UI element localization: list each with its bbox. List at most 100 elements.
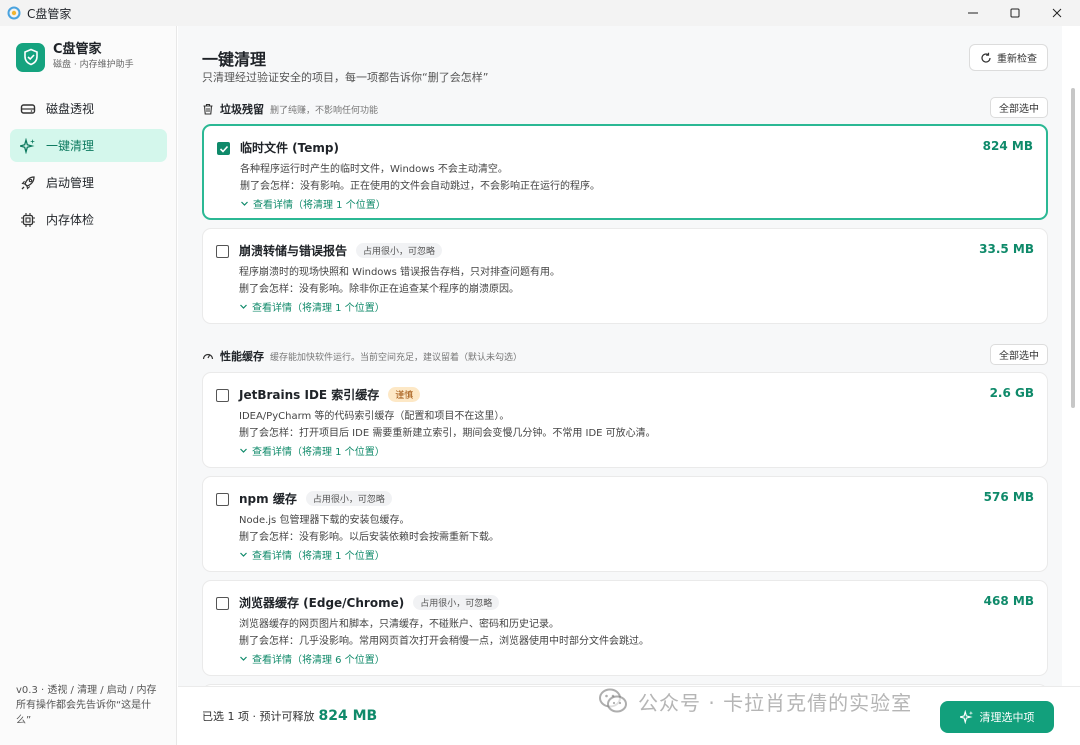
select-all-button[interactable]: 全部选中 xyxy=(990,97,1048,118)
item-effect: 删了会怎样：没有影响。以后安装依赖时会按需重新下载。 xyxy=(239,532,499,543)
clean-item-card[interactable]: 临时文件 (Temp) 824 MB 各种程序运行时产生的临时文件，Window… xyxy=(202,124,1048,220)
trash-icon xyxy=(203,103,213,115)
section-header-junk: 垃圾残留 删了纯赚，不影响任何功能 xyxy=(202,101,378,117)
watermark: 公众号 · 卡拉肖克倩的实验室 xyxy=(596,684,912,718)
window-title: C盘管家 xyxy=(27,6,72,21)
sidebar-footer: v0.3 · 透视 / 清理 / 启动 / 内存 所有操作都会先告诉你“这是什 … xyxy=(16,683,166,728)
brand: C盘管家 磁盘 · 内存维护助手 xyxy=(16,42,134,72)
item-description: IDEA/PyCharm 等的代码索引缓存（配置和项目不在这里）。 xyxy=(239,411,510,422)
item-checkbox[interactable] xyxy=(216,493,229,506)
section-title: 垃圾残留 xyxy=(220,103,264,116)
item-description: 浏览器缓存的网页图片和脚本，只清缓存，不碰账户、密码和历史记录。 xyxy=(239,619,559,630)
item-tag-caution: 谨慎 xyxy=(388,387,421,402)
item-checkbox[interactable] xyxy=(216,389,229,402)
clean-item-card[interactable]: 崩溃转储与错误报告 占用很小，可忽略 33.5 MB 程序崩溃时的现场快照和 W… xyxy=(202,228,1048,324)
sidebar-item-memory-check[interactable]: 内存体检 xyxy=(10,203,167,236)
select-all-button[interactable]: 全部选中 xyxy=(990,344,1048,365)
chevron-down-icon xyxy=(240,304,247,309)
section-title: 性能缓存 xyxy=(220,350,264,363)
chip-icon xyxy=(21,212,35,227)
details-label: 查看详情（将清理 6 个位置） xyxy=(252,655,385,666)
scrollbar-thumb[interactable] xyxy=(1071,88,1075,408)
chevron-down-icon xyxy=(241,201,248,206)
item-size: 468 MB xyxy=(983,594,1034,608)
item-checkbox[interactable] xyxy=(217,142,230,155)
item-effect: 删了会怎样：打开项目后 IDE 需要重新建立索引，期间会变慢几分钟。不常用 ID… xyxy=(239,428,656,439)
footer-note-end: 么” xyxy=(16,715,32,726)
item-tag: 占用很小，可忽略 xyxy=(356,243,443,258)
sidebar-item-startup[interactable]: 启动管理 xyxy=(10,166,167,199)
wechat-icon xyxy=(599,688,627,713)
clean-item-card[interactable]: npm 缓存 占用很小，可忽略 576 MB Node.js 包管理器下载的安装… xyxy=(202,476,1048,572)
sidebar: C盘管家 磁盘 · 内存维护助手 磁盘透视 一键清理 启动管理 内存体检 v0.… xyxy=(0,26,177,745)
rocket-icon xyxy=(21,175,35,190)
item-tag: 占用很小，可忽略 xyxy=(413,595,500,610)
chevron-down-icon xyxy=(240,448,247,453)
clean-item-card[interactable]: JetBrains IDE 索引缓存 谨慎 2.6 GB IDEA/PyChar… xyxy=(202,372,1048,468)
footer-note: 所有操作都会先告诉你“这是什 xyxy=(16,700,152,711)
drive-icon xyxy=(20,103,36,114)
clean-item-card[interactable]: 浏览器缓存 (Edge/Chrome) 占用很小，可忽略 468 MB 浏览器缓… xyxy=(202,580,1048,676)
item-name: npm 缓存 xyxy=(239,492,297,506)
minimize-button[interactable] xyxy=(950,0,996,26)
view-details-link[interactable]: 查看详情（将清理 6 个位置） xyxy=(239,651,385,666)
section-note: 删了纯赚，不影响任何功能 xyxy=(270,105,379,116)
sidebar-item-label: 一键清理 xyxy=(46,139,95,153)
item-checkbox[interactable] xyxy=(216,597,229,610)
maximize-icon xyxy=(1010,8,1020,18)
item-size: 576 MB xyxy=(983,490,1034,504)
chevron-down-icon xyxy=(240,656,247,661)
clean-selected-button[interactable]: 清理选中项 xyxy=(940,701,1054,733)
page-subtitle: 只清理经过验证安全的项目，每一项都告诉你“删了会怎样” xyxy=(202,71,489,84)
item-effect: 删了会怎样：没有影响。除非你正在追查某个程序的崩溃原因。 xyxy=(239,284,519,295)
item-checkbox[interactable] xyxy=(216,245,229,258)
section-header-cache: 性能缓存 缓存能加快软件运行。当前空间充足，建议留着（默认未勾选） xyxy=(202,348,522,364)
refresh-icon xyxy=(981,52,991,63)
sidebar-item-one-click-clean[interactable]: 一键清理 xyxy=(10,129,167,162)
brand-subtitle: 磁盘 · 内存维护助手 xyxy=(53,60,134,70)
close-button[interactable] xyxy=(1034,0,1080,26)
item-effect: 删了会怎样：没有影响。正在使用的文件会自动跳过，不会影响正在运行的程序。 xyxy=(240,181,600,192)
chevron-down-icon xyxy=(240,552,247,557)
minimize-icon xyxy=(968,12,978,14)
details-label: 查看详情（将清理 1 个位置） xyxy=(253,200,386,211)
item-description: 各种程序运行时产生的临时文件，Windows 不会主动清空。 xyxy=(240,164,508,175)
item-effect: 删了会怎样：几乎没影响。常用网页首次打开会稍慢一点，浏览器使用中时部分文件会跳过… xyxy=(239,636,649,647)
item-size: 824 MB xyxy=(982,139,1033,153)
title-bar: C盘管家 xyxy=(0,0,1080,26)
item-description: 程序崩溃时的现场快照和 Windows 错误报告存档，只对排查问题有用。 xyxy=(239,267,560,278)
selection-size: 824 MB xyxy=(318,708,378,724)
check-icon xyxy=(219,145,228,153)
item-name: JetBrains IDE 索引缓存 xyxy=(239,388,380,402)
selection-summary: 已选 1 项 · 预计可释放 xyxy=(202,710,315,723)
sparkle-icon xyxy=(959,710,973,724)
close-icon xyxy=(1052,8,1062,18)
gauge-icon xyxy=(202,353,214,360)
shield-logo-icon xyxy=(16,42,45,72)
view-details-link[interactable]: 查看详情（将清理 1 个位置） xyxy=(239,443,385,458)
sidebar-item-label: 内存体检 xyxy=(46,213,95,227)
main-content: 一键清理 只清理经过验证安全的项目，每一项都告诉你“删了会怎样” 重新检查 垃圾… xyxy=(178,26,1062,686)
details-label: 查看详情（将清理 1 个位置） xyxy=(252,447,385,458)
version-info: v0.3 · 透视 / 清理 / 启动 / 内存 xyxy=(16,685,157,696)
sparkle-icon xyxy=(20,137,35,154)
app-icon xyxy=(7,6,21,20)
watermark-text: 公众号 · 卡拉肖克倩的实验室 xyxy=(638,690,913,715)
view-details-link[interactable]: 查看详情（将清理 1 个位置） xyxy=(239,299,385,314)
view-details-link[interactable]: 查看详情（将清理 1 个位置） xyxy=(239,547,385,562)
sidebar-item-disk-view[interactable]: 磁盘透视 xyxy=(10,92,167,125)
recheck-button[interactable]: 重新检查 xyxy=(969,44,1048,71)
item-name: 临时文件 (Temp) xyxy=(240,141,339,155)
item-name: 浏览器缓存 (Edge/Chrome) xyxy=(239,596,405,610)
section-note: 缓存能加快软件运行。当前空间充足，建议留着（默认未勾选） xyxy=(270,352,523,363)
view-details-link[interactable]: 查看详情（将清理 1 个位置） xyxy=(240,196,386,211)
item-name: 崩溃转储与错误报告 xyxy=(239,244,348,258)
item-description: Node.js 包管理器下载的安装包缓存。 xyxy=(239,515,410,526)
page-title: 一键清理 xyxy=(202,50,267,69)
recheck-label: 重新检查 xyxy=(997,54,1037,65)
brand-name: C盘管家 xyxy=(53,42,102,57)
sidebar-item-label: 启动管理 xyxy=(46,176,95,190)
details-label: 查看详情（将清理 1 个位置） xyxy=(252,303,385,314)
maximize-button[interactable] xyxy=(992,0,1038,26)
item-tag: 占用很小，可忽略 xyxy=(305,491,392,506)
